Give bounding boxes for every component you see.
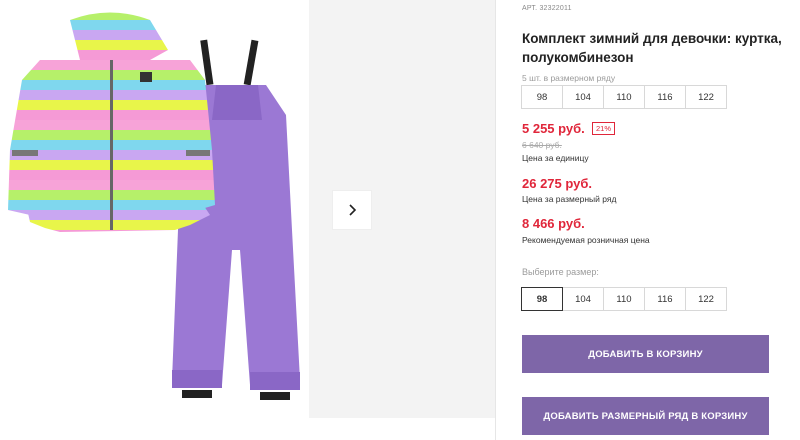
gallery-next-button[interactable] bbox=[333, 191, 371, 229]
product-gallery bbox=[0, 0, 495, 440]
row-price-caption: Цена за размерный ряд bbox=[522, 194, 617, 204]
product-photo[interactable] bbox=[0, 0, 310, 420]
size-row-item: 122 bbox=[685, 85, 727, 109]
size-option-104[interactable]: 104 bbox=[562, 287, 604, 311]
retail-price-caption: Рекомендуемая розничная цена bbox=[522, 235, 650, 245]
article-label: АРТ. bbox=[522, 5, 538, 12]
size-row-list: 98 104 110 116 122 bbox=[521, 85, 727, 109]
size-row-label: 5 шт. в размерном ряду bbox=[522, 73, 616, 83]
size-option-122[interactable]: 122 bbox=[685, 287, 727, 311]
discount-badge: 21% bbox=[592, 122, 616, 135]
article-number: АРТ. 32322011 bbox=[522, 5, 572, 12]
product-title: Комплект зимний для девочки: куртка, пол… bbox=[522, 31, 782, 65]
old-price: 6 640 руб. bbox=[522, 140, 562, 150]
article-value: 32322011 bbox=[539, 5, 572, 12]
size-row-item: 104 bbox=[562, 85, 604, 109]
size-select-label: Выберите размер: bbox=[522, 267, 599, 277]
retail-price: 8 466 руб. bbox=[522, 216, 585, 231]
size-selector: 98 104 110 116 122 bbox=[521, 287, 727, 311]
jacket bbox=[8, 12, 215, 232]
size-row-item: 116 bbox=[644, 85, 686, 109]
size-option-110[interactable]: 110 bbox=[603, 287, 645, 311]
add-to-cart-button[interactable]: ДОБАВИТЬ В КОРЗИНУ bbox=[522, 335, 769, 373]
unit-price: 5 255 руб. bbox=[522, 121, 585, 136]
add-size-row-to-cart-button[interactable]: ДОБАВИТЬ РАЗМЕРНЫЙ РЯД В КОРЗИНУ bbox=[522, 397, 769, 435]
chevron-right-icon bbox=[349, 204, 357, 216]
size-row-item: 98 bbox=[521, 85, 563, 109]
size-option-98[interactable]: 98 bbox=[521, 287, 563, 311]
row-price: 26 275 руб. bbox=[522, 176, 593, 191]
divider bbox=[495, 0, 496, 440]
size-option-116[interactable]: 116 bbox=[644, 287, 686, 311]
unit-price-caption: Цена за единицу bbox=[522, 153, 589, 163]
size-row-item: 110 bbox=[603, 85, 645, 109]
